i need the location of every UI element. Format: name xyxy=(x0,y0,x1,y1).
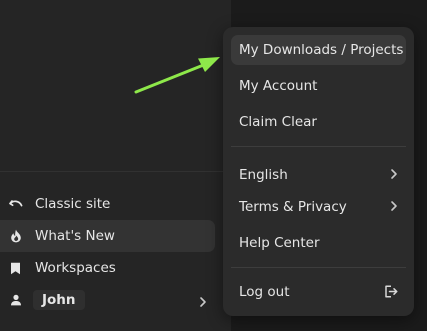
menu-item-help-center[interactable]: Help Center xyxy=(231,228,406,258)
menu-item-label: My Downloads / Projects xyxy=(239,42,404,58)
sidebar-item-whats-new[interactable]: What's New xyxy=(0,220,215,252)
chevron-right-icon xyxy=(390,168,398,184)
user-icon xyxy=(8,293,23,308)
user-name: John xyxy=(33,290,85,310)
sidebar: Classic site What's New Workspaces John xyxy=(0,0,231,331)
sidebar-divider xyxy=(0,171,231,172)
menu-item-my-downloads-projects[interactable]: My Downloads / Projects xyxy=(231,35,406,65)
menu-item-claim-clear[interactable]: Claim Clear xyxy=(231,107,406,137)
menu-item-label: Claim Clear xyxy=(239,114,317,130)
sidebar-item-label: Workspaces xyxy=(35,260,116,276)
undo-icon xyxy=(8,197,23,212)
sidebar-item-label: What's New xyxy=(35,228,115,244)
flame-icon xyxy=(8,229,23,244)
sidebar-item-classic-site[interactable]: Classic site xyxy=(0,188,215,220)
app-window: Classic site What's New Workspaces John … xyxy=(0,0,427,331)
chevron-right-icon xyxy=(199,293,207,312)
menu-divider xyxy=(231,146,406,147)
menu-item-english[interactable]: English xyxy=(231,160,406,190)
menu-item-label: English xyxy=(239,167,288,183)
menu-divider xyxy=(231,267,406,268)
menu-item-label: Help Center xyxy=(239,235,320,251)
menu-item-my-account[interactable]: My Account xyxy=(231,71,406,101)
sidebar-item-workspaces[interactable]: Workspaces xyxy=(0,252,215,284)
bookmark-icon xyxy=(8,261,23,276)
menu-item-label: My Account xyxy=(239,78,318,94)
chevron-right-icon xyxy=(390,200,398,216)
account-menu: My Downloads / Projects My Account Claim… xyxy=(223,27,414,316)
menu-item-label: Log out xyxy=(239,284,290,300)
sidebar-item-label: Classic site xyxy=(35,196,111,212)
logout-icon xyxy=(384,285,398,302)
menu-item-log-out[interactable]: Log out xyxy=(231,277,406,307)
menu-item-label: Terms & Privacy xyxy=(239,199,347,215)
menu-item-terms-privacy[interactable]: Terms & Privacy xyxy=(231,192,406,222)
sidebar-user-row[interactable]: John xyxy=(0,284,215,316)
